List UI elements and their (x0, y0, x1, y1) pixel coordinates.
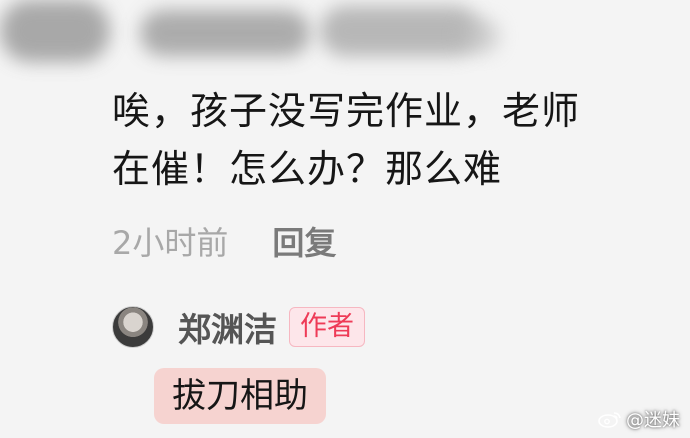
blurred-name-segment (320, 6, 480, 56)
comment-text: 唉，孩子没写完作业，老师 在催！怎么办？那么难 (112, 82, 672, 198)
weibo-icon (598, 412, 621, 428)
comment-meta: 2小时前 回复 (112, 216, 336, 266)
watermark-text: @迷妹 (626, 410, 680, 431)
reply-button[interactable]: 回复 (272, 218, 336, 264)
author-reply-text: 拔刀相助 (154, 368, 326, 424)
blurred-avatar (0, 0, 110, 62)
author-badge: 作者 (289, 307, 365, 347)
watermark: @迷妹 (598, 406, 680, 432)
comment-line-2: 在催！怎么办？那么难 (112, 147, 503, 191)
author-reply-header: 郑渊洁 作者 (112, 302, 365, 352)
author-name[interactable]: 郑渊洁 (178, 303, 277, 351)
comment-timestamp: 2小时前 (112, 224, 229, 262)
avatar[interactable] (112, 306, 154, 348)
blurred-name-segment (140, 10, 310, 56)
blurred-name-segment (460, 18, 500, 54)
comment-line-1: 唉，孩子没写完作业，老师 (112, 89, 581, 133)
